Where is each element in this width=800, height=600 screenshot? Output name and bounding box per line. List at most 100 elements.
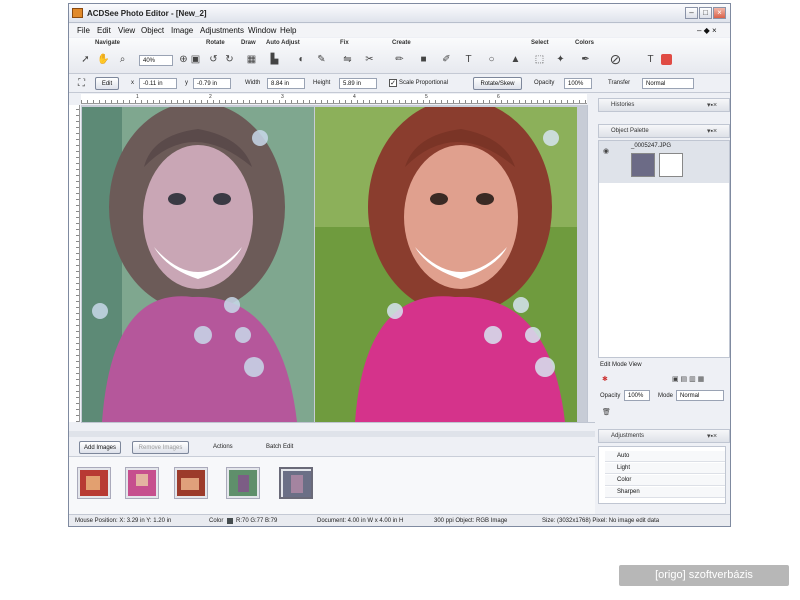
height-label: Height	[313, 80, 331, 86]
adjustments-panel-header[interactable]: Adjustments ▾▪×	[598, 429, 730, 443]
property-bar: ⛶ Edit x -0.11 in y -0.79 in Width 8.84 …	[69, 75, 730, 93]
clone-icon[interactable]: ⇋	[341, 53, 354, 66]
image-tray-toolbar: Add Images Remove Images Actions Batch E…	[69, 438, 595, 456]
rotate-skew-button[interactable]: Rotate/Skew	[473, 77, 522, 90]
menu-file[interactable]: File	[77, 26, 90, 35]
adjustment-item[interactable]: Light	[605, 463, 725, 474]
auto-contrast-icon[interactable]: ◐	[295, 53, 308, 66]
layer-tools-icon[interactable]: ▣ ▤ ▥ ▦	[672, 375, 704, 383]
histories-panel-header[interactable]: Histories ▾▪×	[598, 98, 730, 112]
marquee-icon[interactable]: ⬚	[533, 53, 546, 66]
actions-menu[interactable]: Actions	[213, 444, 233, 450]
menu-image[interactable]: Image	[171, 26, 193, 35]
levels-icon[interactable]: ▙	[268, 53, 281, 66]
rotate-left-icon[interactable]: ↺	[207, 53, 220, 66]
red-eye-icon[interactable]: ✂	[363, 53, 376, 66]
document-size: Document: 4.00 in W x 4.00 in H	[317, 518, 404, 524]
rectangle-icon[interactable]: ■	[417, 53, 430, 66]
lock-icon[interactable]: ▲	[509, 53, 522, 66]
object-palette-header[interactable]: Object Palette ▾▪×	[598, 124, 730, 138]
shape-icon[interactable]: ○	[485, 53, 498, 66]
menu-edit[interactable]: Edit	[97, 26, 111, 35]
opacity-label: Opacity	[534, 80, 555, 86]
doc-menu-controls[interactable]: – ◆ ×	[697, 26, 717, 35]
brush-icon[interactable]: ✐	[440, 53, 453, 66]
transfer-select[interactable]: Normal	[642, 78, 694, 89]
ruler-label: 4	[353, 94, 356, 100]
menu-help[interactable]: Help	[280, 26, 296, 35]
panel-splitter[interactable]	[69, 431, 595, 437]
x-position-field[interactable]: -0.11 in	[139, 78, 177, 89]
x-label: x	[131, 80, 134, 86]
tray-thumbnail[interactable]	[125, 467, 159, 499]
menu-window[interactable]: Window	[248, 26, 276, 35]
group-navigate: Navigate	[95, 40, 121, 46]
pan-hand-icon[interactable]: ✋	[97, 53, 110, 66]
fit-icon[interactable]: ▣	[189, 53, 202, 66]
width-field[interactable]: 8.84 in	[267, 78, 305, 89]
ruler-label: 1	[136, 94, 139, 100]
draw-tool-icon[interactable]: ▦	[245, 53, 258, 66]
menu-object[interactable]: Object	[141, 26, 164, 35]
adjustment-item[interactable]: Sharpen	[605, 487, 725, 498]
zoom-level-select[interactable]: 40%	[139, 55, 173, 66]
height-field[interactable]: 5.89 in	[339, 78, 377, 89]
text-tool-icon[interactable]: T	[462, 53, 475, 66]
canvas-vertical-scrollbar[interactable]	[587, 105, 595, 422]
panel-controls-icon[interactable]: ▾▪×	[707, 127, 717, 135]
close-button[interactable]: ×	[713, 7, 726, 19]
menu-view[interactable]: View	[118, 26, 135, 35]
add-images-button[interactable]: Add Images	[79, 441, 121, 454]
opacity-field[interactable]: 100%	[564, 78, 592, 89]
remove-images-button[interactable]: Remove Images	[132, 441, 189, 454]
tray-thumbnail[interactable]	[77, 467, 111, 499]
histories-title: Histories	[611, 102, 635, 108]
color-value: R:70 G:77 B:79	[236, 518, 278, 524]
panel-opacity-field[interactable]: 100%	[624, 390, 650, 401]
color-picker-icon[interactable]: ✒	[579, 53, 592, 66]
image-canvas[interactable]	[81, 105, 587, 422]
color-swatch[interactable]	[661, 54, 672, 65]
eyedropper-icon[interactable]: ✎	[315, 53, 328, 66]
window-title: ACDSee Photo Editor - [New_2]	[87, 9, 207, 18]
pointer-tool-icon[interactable]: ➚	[79, 53, 92, 66]
tray-thumbnail[interactable]	[174, 467, 208, 499]
maximize-button[interactable]: □	[699, 7, 712, 19]
panel-controls-icon[interactable]: ▾▪×	[707, 101, 717, 109]
trash-icon[interactable]: 🗑	[602, 408, 611, 416]
y-position-field[interactable]: -0.79 in	[193, 78, 231, 89]
magic-wand-icon[interactable]: ✦	[554, 53, 567, 66]
title-bar: ACDSee Photo Editor - [New_2] – □ ×	[69, 4, 730, 23]
batch-edit-menu[interactable]: Batch Edit	[266, 444, 293, 450]
no-fill-icon[interactable]: ⊘	[609, 52, 622, 66]
canvas-horizontal-scrollbar[interactable]	[81, 422, 595, 430]
object-row[interactable]: ◉ _0005247.JPG	[599, 141, 729, 183]
text-color-icon[interactable]: T	[644, 53, 657, 66]
photo-edited	[315, 107, 577, 422]
scale-proportional-label: Scale Proportional	[399, 80, 449, 86]
y-label: y	[185, 80, 188, 86]
tray-thumbnail[interactable]	[226, 467, 260, 499]
pencil-icon[interactable]: ✏	[393, 53, 406, 66]
group-fix: Fix	[340, 40, 349, 46]
minimize-button[interactable]: –	[685, 7, 698, 19]
tray-thumbnail-selected[interactable]	[279, 467, 313, 499]
blend-mode-select[interactable]: Normal	[676, 390, 724, 401]
adjustment-item[interactable]: Color	[605, 475, 725, 486]
menu-bar: File Edit View Object Image Adjustments …	[69, 24, 730, 37]
adjustment-item[interactable]: Auto	[605, 451, 725, 462]
width-label: Width	[245, 80, 261, 86]
edit-mode-icon[interactable]: ✱	[602, 375, 608, 383]
panel-opacity-label: Opacity	[600, 393, 621, 399]
scale-proportional-checkbox[interactable]: ✓	[389, 79, 397, 87]
panel-controls-icon[interactable]: ▾▪×	[707, 432, 717, 440]
object-mask-thumbnail	[659, 153, 683, 177]
group-create: Create	[392, 40, 411, 46]
edit-button[interactable]: Edit	[95, 77, 119, 90]
color-preview	[227, 518, 233, 524]
zoom-tool-icon[interactable]: ⌕	[116, 53, 129, 66]
visibility-eye-icon[interactable]: ◉	[603, 147, 609, 155]
menu-adjustments[interactable]: Adjustments	[200, 26, 244, 35]
adjustments-title: Adjustments	[611, 433, 645, 439]
rotate-right-icon[interactable]: ↻	[223, 53, 236, 66]
